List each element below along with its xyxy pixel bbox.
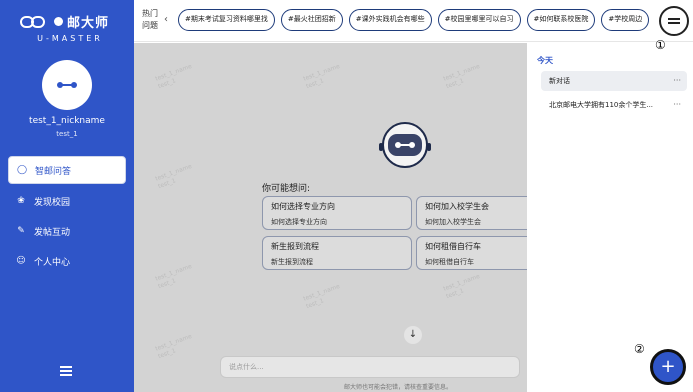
watermark: test_1_name test_1 [442,62,481,91]
sidebar-item-label: 发帖互动 [34,227,71,238]
hot-question-chip[interactable]: #如何联系校医院 [526,9,596,31]
sidebar-item-post[interactable]: ✎ 发帖互动 [8,218,126,244]
sidebar-item-campus[interactable]: ❀ 发现校园 [8,188,126,214]
suggestion-subtitle: 新生报到流程 [271,258,313,266]
user-nickname: test_1_nickname [29,116,105,126]
watermark: test_1_name test_1 [154,62,193,91]
history-item[interactable]: 北京邮电大学拥有110余个学生... ··· [541,95,687,115]
history-group-label: 今天 [537,56,553,65]
more-icon[interactable]: ··· [673,71,681,91]
hot-questions-label: 热门问题 [142,9,158,30]
hot-question-chips: #期末考试复习资料哪里找 #最火社团招新 #课外实践机会有哪些 #校园里哪里可以… [178,9,662,33]
user-id: test_1 [56,130,78,138]
suggestion-subtitle: 如何加入校学生会 [425,218,481,226]
history-menu-button[interactable] [659,6,689,36]
watermark: test_1_name test_1 [154,262,193,291]
hot-question-chip[interactable]: #学校周边 [601,9,650,31]
arrow-down-icon: ↓ [408,329,418,340]
logo-dot-icon [54,17,63,26]
sidebar-nav: ◯ 智邮问答 ❀ 发现校园 ✎ 发帖互动 ☺ 个人中心 [8,156,126,278]
user-icon: ☺ [16,256,26,266]
suggestion-card[interactable]: 如何加入校学生会 如何加入校学生会 [416,196,527,230]
disclaimer-text: 邮大师也可能会犯错，请核查重要信息。 [344,384,453,391]
chat-bubble-icon: ◯ [17,165,28,175]
hot-question-chip[interactable]: #期末考试复习资料哪里找 [178,9,275,31]
suggestion-subtitle: 如何选择专业方向 [271,218,327,226]
more-icon[interactable]: ··· [673,95,681,115]
suggestions-heading: 你可能想问: [262,184,311,194]
sidebar-item-label: 个人中心 [34,257,71,268]
suggestion-subtitle: 如何租借自行车 [425,258,474,266]
hot-question-chip[interactable]: #课外实践机会有哪些 [348,9,432,31]
brand-name-cn: 邮大师 [67,16,110,31]
robot-mascot-icon [379,122,431,168]
avatar[interactable] [42,60,92,110]
annotation-marker-1: ① [655,38,666,52]
watermark: test_1_name test_1 [442,272,481,301]
sidebar-item-profile[interactable]: ☺ 个人中心 [8,248,126,274]
suggestion-title: 如何加入校学生会 [425,202,489,211]
hot-questions-bar: 热门问题 ‹ #期末考试复习资料哪里找 #最火社团招新 #课外实践机会有哪些 #… [134,0,693,42]
watermark: test_1_name test_1 [302,62,341,91]
campus-icon: ❀ [17,196,25,206]
chat-area: test_1_name test_1 test_1_name test_1 test… [134,43,527,392]
scroll-down-button[interactable]: ↓ [404,326,422,344]
history-item-label: 北京邮电大学拥有110余个学生... [549,101,654,109]
suggestion-card[interactable]: 如何选择专业方向 如何选择专业方向 [262,196,412,230]
history-item-label: 新对话 [549,77,570,85]
robot-face-icon [55,80,79,90]
edit-icon: ✎ [17,226,25,236]
watermark: test_1_name test_1 [154,162,193,191]
sidebar: 邮大师 U-MASTER test_1_nickname test_1 ◯ 智邮… [0,0,134,392]
chevron-left-icon[interactable]: ‹ [164,14,168,25]
history-item[interactable]: 新对话 ··· [541,71,687,91]
new-chat-button[interactable]: + [650,349,686,385]
sidebar-item-qa[interactable]: ◯ 智邮问答 [8,156,126,184]
suggestion-card[interactable]: 如何租借自行车 如何租借自行车 [416,236,527,270]
hot-question-chip[interactable]: #最火社团招新 [280,9,343,31]
sidebar-item-label: 发现校园 [34,197,71,208]
watermark: test_1_name test_1 [302,282,341,311]
plus-icon: + [660,356,676,377]
suggestion-title: 如何选择专业方向 [271,202,335,211]
sidebar-item-label: 智邮问答 [35,166,72,177]
menu-line [668,18,680,20]
sidebar-menu-icon[interactable] [60,366,72,376]
logo-infinity-icon [20,15,50,28]
brand-name-en: U-MASTER [37,34,103,43]
app-logo[interactable]: 邮大师 U-MASTER [20,12,120,43]
history-panel: 今天 新对话 ··· 北京邮电大学拥有110余个学生... ··· [527,43,693,392]
suggestion-title: 如何租借自行车 [425,242,481,251]
suggestion-title: 新生报到流程 [271,242,319,251]
menu-line [668,22,680,24]
watermark: test_1_name test_1 [154,332,193,361]
message-input[interactable]: 说点什么... [220,356,520,378]
annotation-marker-2: ② [634,342,645,356]
hot-question-chip[interactable]: #校园里哪里可以自习 [437,9,521,31]
suggestion-card[interactable]: 新生报到流程 新生报到流程 [262,236,412,270]
